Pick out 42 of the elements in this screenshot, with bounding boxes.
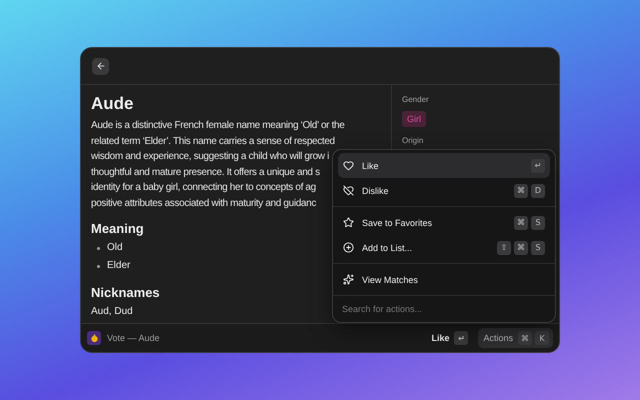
meaning-item: Old [107, 241, 123, 255]
section-heading: Nicknames [91, 285, 160, 300]
description-line: identity for a baby girl, connecting her to concepts of ag [91, 181, 316, 195]
menu-item[interactable]: Save to Favorites ⌘ S [338, 210, 550, 235]
heart-icon [343, 160, 354, 171]
menu-item[interactable]: Dislike ⌘ D [338, 178, 550, 203]
description-line: related term ‘Elder’. This name carries a sense of respected [91, 134, 335, 148]
shortcut-key: ⇧ [497, 240, 511, 254]
description-line: positive attributes associated with maturity and guidanc [91, 196, 316, 210]
detail-label: Gender [402, 95, 430, 104]
meaning-item: Elder [107, 259, 130, 273]
back-button[interactable] [92, 58, 109, 74]
bullet-icon [97, 246, 100, 250]
crossed-heart-icon [343, 185, 354, 196]
shortcut-key: ↵ [531, 158, 545, 172]
menu-item[interactable]: View Matches [338, 267, 550, 292]
arrow-left-icon [96, 61, 106, 71]
description-line: Aude is a distinctive French female name meaning ‘Old’ or the [91, 119, 344, 133]
avatar-icon [87, 331, 101, 345]
shortcut-key: ⌘ [514, 184, 528, 198]
shortcut-key: S [531, 216, 545, 230]
shortcut-key: ⌘ [514, 240, 528, 254]
shortcut-key: D [531, 184, 545, 198]
actions-button[interactable]: Actions ⌘ K [478, 328, 553, 348]
bullet-icon [97, 264, 100, 268]
search-field[interactable]: Search for actions... [333, 295, 555, 322]
description-line: wisdom and experience, suggesting a child who will grow i [91, 150, 329, 164]
menu-item[interactable]: Like ↵ [338, 153, 550, 178]
sparkles-icon [343, 274, 354, 285]
description-line: thoughtful and mature presence. It offers a unique and s [91, 166, 320, 180]
shortcut-key: ⌘ [514, 216, 528, 230]
section-heading: Meaning [91, 221, 144, 236]
like-button[interactable]: Like ↵ [426, 328, 472, 348]
nicknames-text: Aud, Dud [91, 305, 133, 319]
footer-title: Vote — Aude [107, 333, 161, 343]
star-icon [343, 217, 354, 228]
gender-tag: Girl [402, 111, 426, 127]
menu-item[interactable]: Add to List... ⇧ ⌘ S [338, 235, 550, 260]
name-title: Aude [91, 94, 134, 114]
detail-label: Origin [402, 136, 424, 145]
plus-circle-icon [343, 242, 354, 253]
shortcut-key: S [531, 240, 545, 254]
